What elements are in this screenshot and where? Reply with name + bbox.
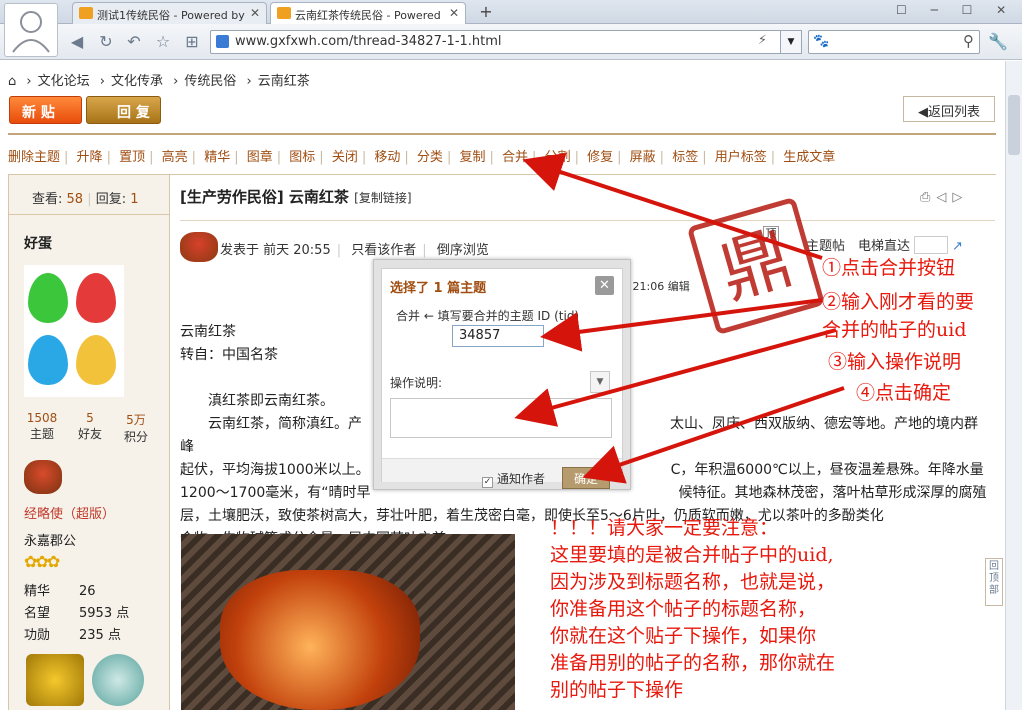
annotation-step3: ③输入操作说明 (828, 351, 962, 373)
annotation-note: ！！！请大家一定要注意： 这里要填的是被合并帖子中的uid, 因为涉及到标题名称… (550, 517, 836, 701)
annotation-step1: ①点击合并按钮 (822, 257, 956, 279)
back-to-top-button[interactable]: 回顶部 (985, 558, 1003, 606)
annotation-step2a: ②输入刚才看的要 (822, 291, 975, 313)
annotation-step2b: 合并的帖子的uid (822, 319, 967, 341)
scrollbar[interactable] (1005, 61, 1022, 710)
annotation-step4: ④点击确定 (856, 382, 952, 404)
